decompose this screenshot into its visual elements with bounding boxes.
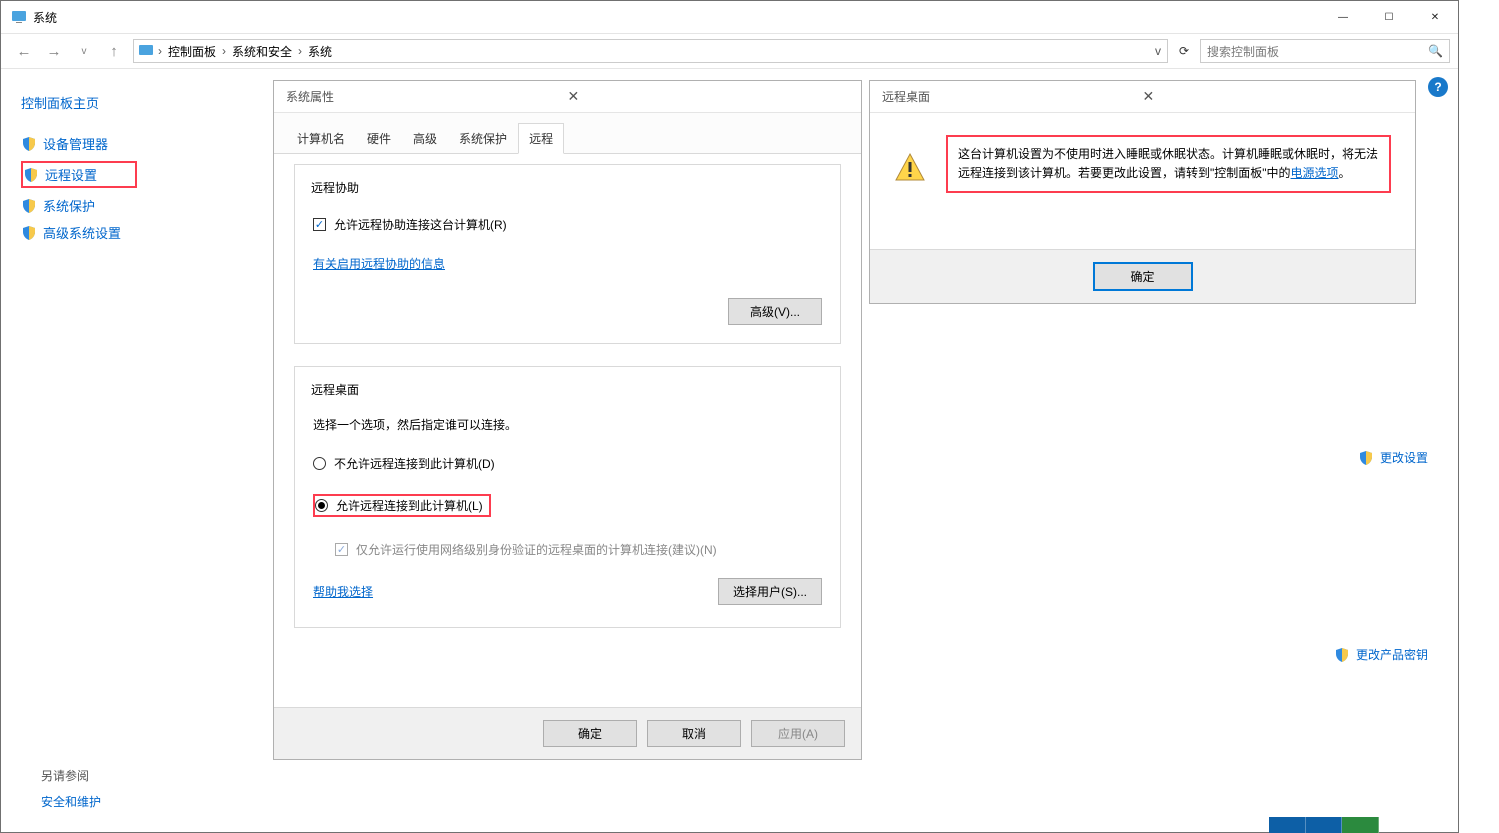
- dialog-title-bar: 系统属性 ✕: [274, 81, 861, 113]
- sidebar: 控制面板主页 设备管理器 远程设置 系统保护 高级系统设置 另请参阅 安全和维护: [1, 69, 258, 832]
- checkbox-icon: ✓: [313, 218, 326, 231]
- nav-recent-button[interactable]: v: [69, 46, 99, 57]
- system-icon: [11, 9, 27, 25]
- sidebar-item-label: 高级系统设置: [43, 223, 121, 242]
- nla-checkbox[interactable]: ✓ 仅允许运行使用网络级别身份验证的远程桌面的计算机连接(建议)(N): [335, 541, 822, 558]
- shield-icon: [1334, 647, 1350, 663]
- sidebar-item-label: 远程设置: [45, 165, 97, 184]
- window-title: 系统: [33, 9, 1320, 26]
- remote-desktop-instruction: 选择一个选项，然后指定谁可以连接。: [313, 416, 822, 433]
- shield-icon: [21, 225, 37, 241]
- crumb-control-panel[interactable]: 控制面板: [164, 43, 220, 60]
- shield-icon: [1358, 450, 1374, 466]
- apply-button[interactable]: 应用(A): [751, 720, 845, 747]
- message-text: 这台计算机设置为不使用时进入睡眠或休眠状态。计算机睡眠或休眠时，将无法远程连接到…: [946, 135, 1391, 193]
- sidebar-item-remote-settings[interactable]: 远程设置: [21, 161, 137, 188]
- sidebar-item-device-manager[interactable]: 设备管理器: [21, 134, 238, 153]
- taskbar-fragment: [1269, 817, 1379, 833]
- remote-assistance-legend: 远程协助: [305, 179, 365, 196]
- shield-icon: [21, 136, 37, 152]
- crumb-system-security[interactable]: 系统和安全: [228, 43, 296, 60]
- crumb-system[interactable]: 系统: [304, 43, 336, 60]
- message-title-bar: 远程桌面 ✕: [870, 81, 1415, 113]
- nav-up-button[interactable]: ↑: [99, 43, 129, 60]
- sidebar-item-label: 设备管理器: [43, 134, 108, 153]
- nav-bar: ← → v ↑ › 控制面板 › 系统和安全 › 系统 v ⟳ 搜索控制面板 🔍: [1, 33, 1458, 69]
- search-icon: 🔍: [1428, 44, 1443, 58]
- sidebar-item-label: 系统保护: [43, 196, 95, 215]
- chevron-right-icon: ›: [296, 44, 304, 58]
- minimize-button[interactable]: —: [1320, 1, 1366, 33]
- nav-forward-button[interactable]: →: [39, 43, 69, 60]
- system-properties-dialog: 系统属性 ✕ 计算机名 硬件 高级 系统保护 远程 远程协助 ✓ 允许远程协助连…: [273, 80, 862, 760]
- remote-desktop-message-dialog: 远程桌面 ✕ 这台计算机设置为不使用时进入睡眠或休眠状态。计算机睡眠或休眠时，将…: [869, 80, 1416, 304]
- help-button[interactable]: ?: [1428, 77, 1448, 97]
- power-options-link[interactable]: 电源选项: [1291, 166, 1339, 180]
- tab-advanced[interactable]: 高级: [402, 123, 448, 153]
- warning-icon: [894, 151, 926, 183]
- close-button[interactable]: ✕: [1412, 1, 1458, 33]
- search-placeholder: 搜索控制面板: [1207, 43, 1428, 60]
- breadcrumb[interactable]: › 控制面板 › 系统和安全 › 系统 v: [133, 39, 1168, 63]
- security-maintenance-link[interactable]: 安全和维护: [41, 793, 101, 810]
- shield-icon: [23, 167, 39, 183]
- search-input[interactable]: 搜索控制面板 🔍: [1200, 39, 1450, 63]
- radio-disallow-remote[interactable]: 不允许远程连接到此计算机(D): [313, 455, 822, 472]
- dialog-footer: 确定 取消 应用(A): [274, 707, 861, 759]
- help-me-choose-link[interactable]: 帮助我选择: [313, 583, 373, 600]
- radio-allow-remote[interactable]: 允许远程连接到此计算机(L): [313, 494, 491, 517]
- tab-hardware[interactable]: 硬件: [356, 123, 402, 153]
- tab-remote[interactable]: 远程: [518, 123, 564, 154]
- change-settings-link[interactable]: 更改设置: [1358, 449, 1428, 466]
- chevron-down-icon[interactable]: v: [1153, 44, 1163, 58]
- refresh-button[interactable]: ⟳: [1172, 39, 1196, 63]
- remote-desktop-group: 远程桌面 选择一个选项，然后指定谁可以连接。 不允许远程连接到此计算机(D) 允…: [294, 366, 841, 628]
- maximize-button[interactable]: ☐: [1366, 1, 1412, 33]
- tab-body-remote: 远程协助 ✓ 允许远程协助连接这台计算机(R) 有关启用远程协助的信息 高级(V…: [274, 154, 861, 707]
- sidebar-item-system-protection[interactable]: 系统保护: [21, 196, 238, 215]
- system-icon: [138, 43, 154, 59]
- shield-icon: [21, 198, 37, 214]
- see-also-header: 另请参阅: [41, 767, 89, 784]
- control-panel-home-link[interactable]: 控制面板主页: [21, 93, 238, 112]
- radio-icon: [315, 499, 328, 512]
- cancel-button[interactable]: 取消: [647, 720, 741, 747]
- message-close-button[interactable]: ✕: [1137, 88, 1404, 105]
- message-ok-button[interactable]: 确定: [1093, 262, 1193, 291]
- chevron-right-icon: ›: [220, 44, 228, 58]
- dialog-title: 系统属性: [286, 88, 562, 105]
- checkbox-icon: ✓: [335, 543, 348, 556]
- radio-icon: [313, 457, 326, 470]
- remote-assistance-info-link[interactable]: 有关启用远程协助的信息: [313, 257, 445, 271]
- chevron-right-icon: ›: [156, 44, 164, 58]
- sidebar-item-advanced-settings[interactable]: 高级系统设置: [21, 223, 238, 242]
- dialog-close-button[interactable]: ✕: [562, 88, 850, 105]
- allow-remote-assistance-checkbox[interactable]: ✓ 允许远程协助连接这台计算机(R): [313, 216, 822, 233]
- tab-computer-name[interactable]: 计算机名: [286, 123, 356, 153]
- remote-desktop-legend: 远程桌面: [305, 381, 365, 398]
- tab-strip: 计算机名 硬件 高级 系统保护 远程: [274, 113, 861, 154]
- message-title: 远程桌面: [882, 88, 1137, 105]
- remote-assistance-group: 远程协助 ✓ 允许远程协助连接这台计算机(R) 有关启用远程协助的信息 高级(V…: [294, 164, 841, 344]
- title-bar: 系统 — ☐ ✕: [1, 1, 1458, 33]
- message-footer: 确定: [870, 249, 1415, 303]
- change-product-key-link[interactable]: 更改产品密钥: [1334, 646, 1428, 663]
- tab-system-protection[interactable]: 系统保护: [448, 123, 518, 153]
- select-users-button[interactable]: 选择用户(S)...: [718, 578, 822, 605]
- remote-assistance-advanced-button[interactable]: 高级(V)...: [728, 298, 822, 325]
- nav-back-button[interactable]: ←: [9, 43, 39, 60]
- ok-button[interactable]: 确定: [543, 720, 637, 747]
